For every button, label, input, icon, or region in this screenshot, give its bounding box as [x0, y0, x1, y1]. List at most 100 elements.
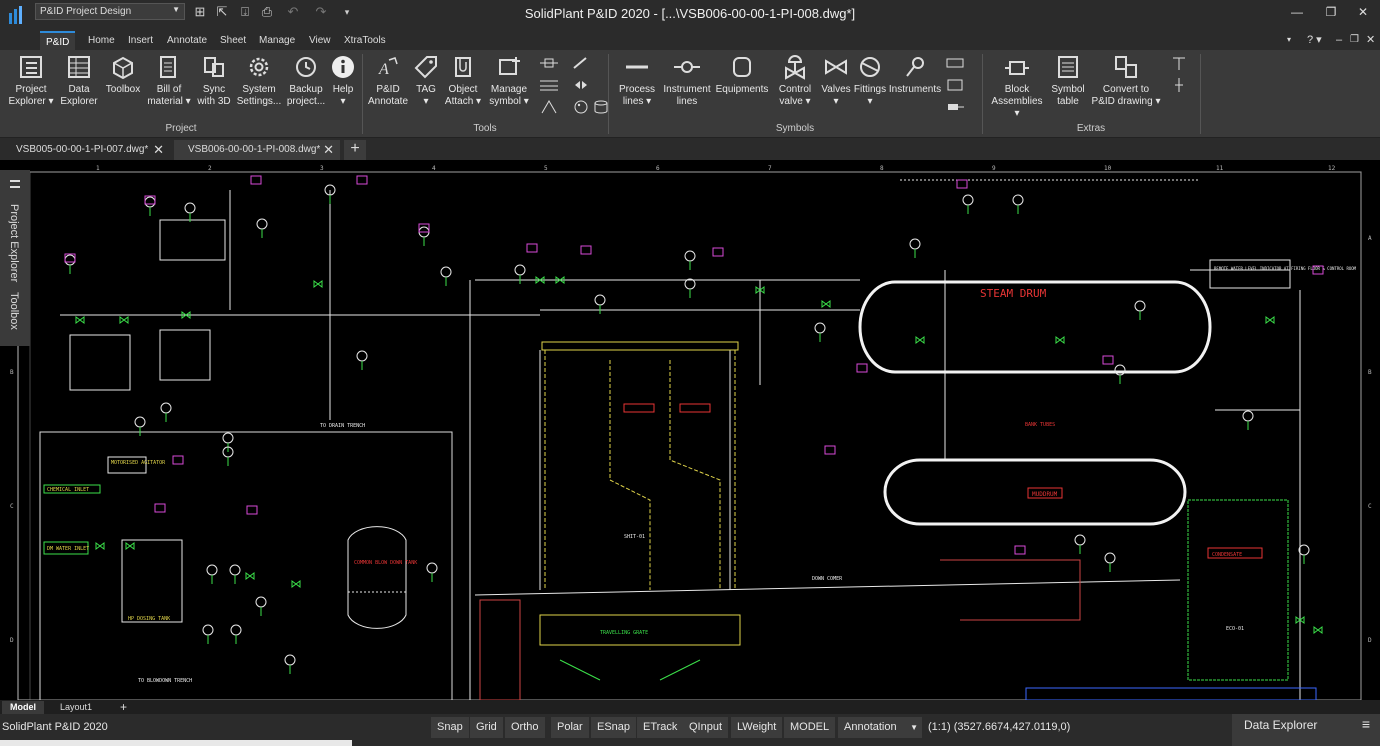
ribbon-close-icon[interactable]: ✕	[1366, 31, 1375, 49]
align-icon[interactable]	[1170, 78, 1188, 92]
instrument-icon	[906, 57, 924, 77]
qinput-toggle[interactable]: QInput	[683, 717, 729, 738]
ribbon-options-icon[interactable]: ▾	[1287, 31, 1291, 49]
tab-layout1[interactable]: Layout1	[52, 701, 100, 714]
convert-pid-label: Convert to P&ID drawing ▾	[1091, 84, 1161, 107]
palette-icon[interactable]	[572, 100, 590, 114]
open-file-icon[interactable]: ⇱	[213, 3, 231, 21]
backup-project-button[interactable]: Backup project...	[284, 54, 328, 108]
data-explorer-panel-button[interactable]: Data Explorer ≡	[1232, 714, 1380, 746]
drawing-canvas[interactable]: 123456789101112 AABBCCDD	[0, 160, 1380, 700]
workspace-select[interactable]: P&ID Project Design ▼	[35, 3, 185, 20]
object-attach-button[interactable]: Object Attach ▾	[442, 54, 484, 108]
bill-of-material-button[interactable]: Bill of material ▾	[146, 54, 192, 108]
restore-icon[interactable]: ❐	[1316, 2, 1346, 22]
pid-drawing[interactable]: 123456789101112 AABBCCDD	[0, 160, 1380, 700]
equipments-button[interactable]: Equipments	[714, 54, 770, 96]
tab-view[interactable]: View	[303, 31, 337, 50]
close-tab-icon[interactable]: ✕	[323, 140, 334, 160]
convert-pid-button[interactable]: Convert to P&ID drawing ▾	[1090, 54, 1162, 108]
ortho-toggle[interactable]: Ortho	[505, 717, 545, 738]
command-line-input[interactable]	[0, 740, 352, 746]
connector-icon[interactable]	[946, 100, 964, 114]
symbol-table-icon	[1058, 56, 1078, 78]
pencil-icon[interactable]	[572, 56, 590, 70]
snap-toggle[interactable]: Snap	[431, 717, 469, 738]
tab-xtratools[interactable]: XtraTools	[338, 31, 392, 50]
tab-sheet[interactable]: Sheet	[214, 31, 252, 50]
project-explorer-button[interactable]: Project Explorer ▾	[6, 54, 56, 108]
polar-toggle[interactable]: Polar	[551, 717, 589, 738]
pid-annotate-button[interactable]: A P&ID Annotate	[366, 54, 410, 108]
data-explorer-button[interactable]: Data Explorer	[58, 54, 100, 108]
annotation-scale-select[interactable]: Annotation ▼	[838, 717, 922, 738]
lweight-toggle[interactable]: LWeight	[731, 717, 783, 738]
etrack-toggle[interactable]: ETrack	[637, 717, 684, 738]
close-tab-icon[interactable]: ✕	[153, 140, 164, 160]
instrument-bubbles	[64, 175, 1324, 674]
control-valve-button[interactable]: Control valve ▾	[772, 54, 818, 108]
toolbox-button[interactable]: Toolbox	[102, 54, 144, 96]
measure-icon[interactable]	[540, 100, 558, 114]
instrument-bubble	[909, 238, 921, 250]
fittings-button[interactable]: Fittings ▾	[852, 54, 888, 108]
annotate-icon: A	[378, 57, 398, 78]
close-icon[interactable]: ✕	[1348, 2, 1378, 22]
line-break-icon[interactable]	[540, 78, 558, 92]
line-tag	[1014, 545, 1026, 555]
title-bar: P&ID Project Design ▼ ⊞ ⇱ ⍗ ⎙ ↶ ↷ ▾ Soli…	[0, 0, 1380, 28]
project-explorer-panel-tab[interactable]: Project Explorer	[8, 204, 20, 282]
save-icon[interactable]: ⍗	[236, 3, 254, 21]
esnap-toggle[interactable]: ESnap	[591, 717, 637, 738]
block-assemblies-button[interactable]: Block Assemblies ▾	[988, 54, 1046, 120]
sync-icon	[204, 57, 224, 77]
ribbon-minimize-icon[interactable]: –	[1336, 31, 1342, 49]
tab-manage[interactable]: Manage	[253, 31, 301, 50]
redo-icon[interactable]: ↷	[312, 3, 330, 21]
system-settings-button[interactable]: System Settings...	[236, 54, 282, 108]
north-arrow-icon[interactable]	[1170, 56, 1188, 70]
app-logo-icon[interactable]	[6, 4, 28, 26]
instrument-bubble	[160, 402, 172, 414]
manage-symbol-button[interactable]: Manage symbol ▾	[486, 54, 532, 108]
valve-symbol	[119, 316, 129, 324]
valves-button[interactable]: Valves ▾	[818, 54, 854, 108]
help-question-icon[interactable]: ? ▾	[1307, 31, 1322, 49]
sync-3d-button[interactable]: Sync with 3D	[194, 54, 234, 108]
display-icon[interactable]	[946, 78, 964, 92]
control-valve-icon	[785, 55, 805, 80]
tab-home[interactable]: Home	[82, 31, 121, 50]
new-tab-plus-icon[interactable]: +	[344, 140, 366, 160]
add-layout-plus-icon[interactable]: +	[112, 701, 135, 714]
instrument-lines-button[interactable]: Instrument lines	[662, 54, 712, 108]
tab-pid[interactable]: P&ID	[40, 31, 76, 50]
document-tab-active[interactable]: VSB006-00-00-1-PI-008.dwg* ✕	[174, 140, 340, 160]
tag-button[interactable]: TAG ▾	[410, 54, 442, 108]
process-flow-icon[interactable]	[540, 56, 558, 70]
flip-icon[interactable]	[572, 78, 590, 92]
tab-annotate[interactable]: Annotate	[161, 31, 213, 50]
tab-insert[interactable]: Insert	[122, 31, 159, 50]
document-tab[interactable]: VSB005-00-00-1-PI-007.dwg* ✕	[2, 140, 170, 160]
toolbox-panel-tab[interactable]: Toolbox	[8, 292, 20, 330]
hamburger-menu-icon[interactable]: ≡	[1362, 716, 1370, 732]
customize-qat-icon[interactable]: ▾	[338, 3, 356, 21]
instrument-bubble	[356, 350, 368, 362]
help-button[interactable]: Help ▾	[330, 54, 356, 108]
signal-icon[interactable]	[946, 56, 964, 70]
instruments-button[interactable]: Instruments	[888, 54, 942, 96]
tab-model[interactable]: Model	[2, 701, 44, 714]
undo-icon[interactable]: ↶	[284, 3, 302, 21]
minimize-icon[interactable]: —	[1282, 2, 1312, 22]
grid-toggle[interactable]: Grid	[470, 717, 503, 738]
valve-symbol	[821, 300, 831, 308]
model-space-toggle[interactable]: MODEL	[784, 717, 836, 738]
instrument-bubble	[426, 562, 438, 574]
valve-symbols	[75, 276, 1323, 634]
ribbon-restore-icon[interactable]: ❐	[1350, 31, 1359, 49]
new-file-icon[interactable]: ⊞	[191, 3, 209, 21]
process-lines-button[interactable]: Process lines ▾	[614, 54, 660, 108]
hamburger-menu-icon[interactable]	[10, 180, 20, 188]
symbol-table-button[interactable]: Symbol table	[1048, 54, 1088, 108]
print-icon[interactable]: ⎙	[258, 3, 276, 21]
